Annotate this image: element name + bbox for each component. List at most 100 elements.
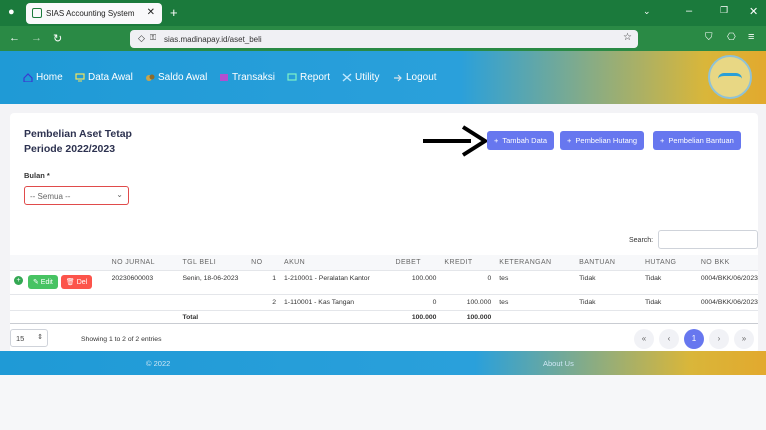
nav-saldo-awal[interactable]: Saldo Awal <box>145 72 207 83</box>
nav-report-label: Report <box>300 72 331 83</box>
header-no-bkk[interactable]: NO BKK <box>696 255 758 271</box>
page-title-line1: Pembelian Aset Tetap <box>24 128 132 140</box>
header-tgl-beli[interactable]: TGL BELI <box>178 255 248 271</box>
menu-icon[interactable]: ≡ <box>748 31 754 43</box>
delete-button[interactable]: 🗑 Del <box>60 274 93 289</box>
header-hutang[interactable]: HUTANG <box>640 255 697 271</box>
firefox-icon: ● <box>8 6 15 18</box>
pembelian-hutang-button[interactable]: + Pembelian Hutang <box>560 131 645 150</box>
search-input[interactable] <box>658 230 758 249</box>
nav-logout[interactable]: Logout <box>393 72 437 83</box>
shield-icon: ◇ <box>138 33 145 43</box>
reload-icon[interactable]: ↻ <box>53 32 62 45</box>
expand-icon[interactable]: + <box>14 275 23 285</box>
cell-keterangan: tes <box>495 270 576 295</box>
total-debet: 100.000 <box>391 310 441 324</box>
pembelian-bantuan-button[interactable]: + Pembelian Bantuan <box>653 131 741 150</box>
close-tab-icon[interactable]: ✕ <box>147 7 155 18</box>
row-expand-cell[interactable]: + <box>10 270 24 295</box>
next-page-button[interactable]: › <box>709 329 729 349</box>
pocket-icon[interactable]: ⛉ <box>705 32 713 43</box>
app-navbar: Home Data Awal Saldo Awal Transaksi Repo… <box>0 51 766 104</box>
nav-transaksi[interactable]: Transaksi <box>219 72 275 83</box>
forward-icon[interactable]: → <box>31 32 42 44</box>
close-window-icon[interactable]: ✕ <box>749 5 758 18</box>
plus-icon: + <box>494 136 499 145</box>
cell-keterangan: tes <box>495 294 576 311</box>
edit-label: Edit <box>40 278 53 286</box>
transaction-icon <box>219 73 229 82</box>
bulan-select[interactable]: -- Semua -- ⌄ <box>24 186 129 205</box>
nav-report[interactable]: Report <box>287 72 330 83</box>
cell-tgl-beli <box>178 294 248 311</box>
header-sort[interactable] <box>10 255 24 271</box>
page-number-button[interactable]: 1 <box>684 329 704 349</box>
bookmark-star-icon[interactable]: ☆ <box>623 32 632 43</box>
nav-home-label: Home <box>36 72 63 83</box>
tab-list-icon[interactable]: ⌄ <box>643 6 651 17</box>
coins-icon <box>145 73 155 82</box>
tambah-data-button[interactable]: + Tambah Data <box>487 131 554 150</box>
header-debet[interactable]: DEBET <box>391 255 441 271</box>
cell-hutang: Tidak <box>640 270 697 295</box>
nav-transaksi-label: Transaksi <box>232 72 275 83</box>
row-actions: ✎ Edit 🗑 Del <box>23 270 108 295</box>
nav-data-awal[interactable]: Data Awal <box>75 72 133 83</box>
app-footer: © 2022 About Us <box>0 351 766 375</box>
tab-title: SIAS Accounting System <box>46 9 135 18</box>
page-title-line2: Periode 2022/2023 <box>24 143 116 155</box>
cell-kredit: 0 <box>440 270 496 295</box>
nav-home[interactable]: Home <box>23 72 63 83</box>
asset-purchase-table: NO JURNAL TGL BELI NO AKUN DEBET KREDIT … <box>10 255 758 324</box>
header-akun[interactable]: AKUN <box>280 255 392 271</box>
prev-page-button[interactable]: ‹ <box>659 329 679 349</box>
cell-no: 1 <box>247 270 281 295</box>
cell-akun: 1-110001 - Kas Tangan <box>280 294 392 311</box>
site-favicon <box>32 8 42 18</box>
header-kredit[interactable]: KREDIT <box>440 255 496 271</box>
plus-icon: + <box>567 136 572 145</box>
header-no[interactable]: NO <box>247 255 281 271</box>
home-icon <box>23 73 33 83</box>
back-icon[interactable]: ← <box>9 32 20 44</box>
maximize-icon[interactable]: ❐ <box>720 5 728 16</box>
nav-logout-label: Logout <box>406 72 437 83</box>
cell-hutang: Tidak <box>640 294 697 311</box>
first-page-button[interactable]: « <box>634 329 654 349</box>
table-row: 2 1-110001 - Kas Tangan 0 100.000 tes Ti… <box>10 294 758 311</box>
header-bantuan[interactable]: BANTUAN <box>575 255 641 271</box>
page-size-value: 15 <box>16 334 25 343</box>
report-icon <box>287 73 297 82</box>
footer-about-link[interactable]: About Us <box>543 359 574 368</box>
cell-bantuan: Tidak <box>575 294 641 311</box>
total-kredit: 100.000 <box>440 310 496 324</box>
cell-kredit: 100.000 <box>440 294 496 311</box>
showing-entries-text: Showing 1 to 2 of 2 entries <box>81 336 162 343</box>
minimize-icon[interactable]: – <box>686 5 692 17</box>
header-keterangan[interactable]: KETERANGAN <box>495 255 576 271</box>
header-actions <box>23 255 108 271</box>
extensions-icon[interactable]: ⎔ <box>727 32 736 43</box>
browser-toolbar: ← → ↻ ◇ ⚿ sias.madinapay.id/aset_beli ☆ … <box>0 26 766 51</box>
chevron-down-icon: ⌄ <box>116 190 123 199</box>
nav-utility[interactable]: Utility <box>342 72 379 83</box>
bulan-label: Bulan * <box>24 171 50 180</box>
lock-icon: ⚿ <box>150 33 157 42</box>
plus-icon: + <box>660 136 665 145</box>
cell-debet: 0 <box>391 294 441 311</box>
page-size-select[interactable]: 15 ⇕ <box>10 329 48 347</box>
cell-debet: 100.000 <box>391 270 441 295</box>
monitor-icon <box>75 73 85 82</box>
address-bar[interactable]: ◇ ⚿ sias.madinapay.id/aset_beli ☆ <box>130 30 638 48</box>
header-no-jurnal[interactable]: NO JURNAL <box>107 255 179 271</box>
arrow-pointer-icon <box>423 125 487 157</box>
last-page-button[interactable]: » <box>734 329 754 349</box>
search-label: Search: <box>629 237 654 244</box>
edit-button[interactable]: ✎ Edit <box>27 274 58 289</box>
page-title: Pembelian Aset Tetap Periode 2022/2023 <box>24 127 132 157</box>
browser-tab[interactable]: SIAS Accounting System ✕ <box>26 3 162 24</box>
delete-label: Del <box>76 278 88 286</box>
pembelian-hutang-label: Pembelian Hutang <box>575 136 638 145</box>
new-tab-button[interactable]: + <box>170 5 178 20</box>
browser-tab-bar: ● SIAS Accounting System ✕ + ⌄ – ❐ ✕ <box>0 0 766 26</box>
